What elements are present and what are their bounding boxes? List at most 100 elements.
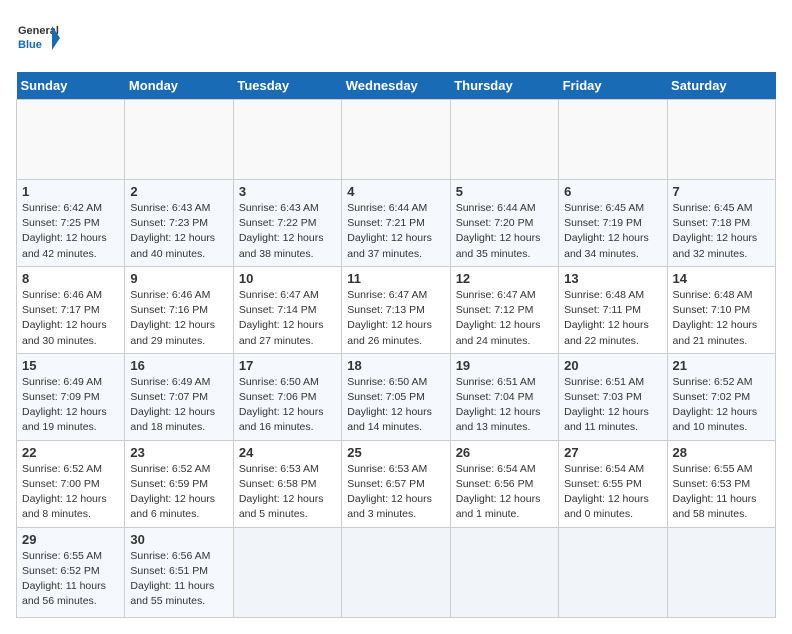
day-number: 19	[456, 358, 553, 373]
calendar-cell	[667, 100, 775, 180]
day-info: Sunrise: 6:48 AMSunset: 7:10 PMDaylight:…	[673, 289, 758, 347]
calendar-week-row: 29 Sunrise: 6:55 AMSunset: 6:52 PMDaylig…	[17, 527, 776, 617]
day-number: 11	[347, 271, 444, 286]
calendar-week-row: 8 Sunrise: 6:46 AMSunset: 7:17 PMDayligh…	[17, 266, 776, 353]
calendar-cell	[450, 527, 558, 617]
logo-icon: General Blue	[16, 16, 60, 60]
day-number: 12	[456, 271, 553, 286]
day-info: Sunrise: 6:51 AMSunset: 7:04 PMDaylight:…	[456, 376, 541, 434]
column-header-sunday: Sunday	[17, 72, 125, 100]
day-number: 17	[239, 358, 336, 373]
day-number: 21	[673, 358, 770, 373]
day-info: Sunrise: 6:49 AMSunset: 7:07 PMDaylight:…	[130, 376, 215, 434]
day-number: 2	[130, 184, 227, 199]
column-header-wednesday: Wednesday	[342, 72, 450, 100]
calendar-cell: 5 Sunrise: 6:44 AMSunset: 7:20 PMDayligh…	[450, 180, 558, 267]
day-number: 29	[22, 532, 119, 547]
day-number: 6	[564, 184, 661, 199]
day-info: Sunrise: 6:44 AMSunset: 7:20 PMDaylight:…	[456, 202, 541, 260]
column-header-monday: Monday	[125, 72, 233, 100]
column-header-saturday: Saturday	[667, 72, 775, 100]
day-info: Sunrise: 6:54 AMSunset: 6:56 PMDaylight:…	[456, 463, 541, 521]
calendar-cell: 10 Sunrise: 6:47 AMSunset: 7:14 PMDaylig…	[233, 266, 341, 353]
calendar-cell: 3 Sunrise: 6:43 AMSunset: 7:22 PMDayligh…	[233, 180, 341, 267]
day-info: Sunrise: 6:43 AMSunset: 7:22 PMDaylight:…	[239, 202, 324, 260]
calendar-table: SundayMondayTuesdayWednesdayThursdayFrid…	[16, 72, 776, 618]
calendar-cell	[667, 527, 775, 617]
day-info: Sunrise: 6:53 AMSunset: 6:58 PMDaylight:…	[239, 463, 324, 521]
calendar-cell: 8 Sunrise: 6:46 AMSunset: 7:17 PMDayligh…	[17, 266, 125, 353]
column-header-friday: Friday	[559, 72, 667, 100]
calendar-week-row	[17, 100, 776, 180]
calendar-cell	[233, 527, 341, 617]
calendar-cell: 28 Sunrise: 6:55 AMSunset: 6:53 PMDaylig…	[667, 440, 775, 527]
calendar-cell: 20 Sunrise: 6:51 AMSunset: 7:03 PMDaylig…	[559, 353, 667, 440]
day-number: 30	[130, 532, 227, 547]
calendar-week-row: 15 Sunrise: 6:49 AMSunset: 7:09 PMDaylig…	[17, 353, 776, 440]
day-info: Sunrise: 6:44 AMSunset: 7:21 PMDaylight:…	[347, 202, 432, 260]
calendar-cell: 19 Sunrise: 6:51 AMSunset: 7:04 PMDaylig…	[450, 353, 558, 440]
calendar-cell	[559, 100, 667, 180]
calendar-cell: 15 Sunrise: 6:49 AMSunset: 7:09 PMDaylig…	[17, 353, 125, 440]
day-info: Sunrise: 6:55 AMSunset: 6:53 PMDaylight:…	[673, 463, 757, 521]
day-info: Sunrise: 6:46 AMSunset: 7:16 PMDaylight:…	[130, 289, 215, 347]
day-info: Sunrise: 6:47 AMSunset: 7:12 PMDaylight:…	[456, 289, 541, 347]
day-number: 3	[239, 184, 336, 199]
day-number: 9	[130, 271, 227, 286]
day-info: Sunrise: 6:50 AMSunset: 7:05 PMDaylight:…	[347, 376, 432, 434]
day-number: 5	[456, 184, 553, 199]
day-number: 15	[22, 358, 119, 373]
calendar-cell: 30 Sunrise: 6:56 AMSunset: 6:51 PMDaylig…	[125, 527, 233, 617]
day-number: 22	[22, 445, 119, 460]
day-info: Sunrise: 6:50 AMSunset: 7:06 PMDaylight:…	[239, 376, 324, 434]
column-header-thursday: Thursday	[450, 72, 558, 100]
calendar-week-row: 1 Sunrise: 6:42 AMSunset: 7:25 PMDayligh…	[17, 180, 776, 267]
calendar-cell: 22 Sunrise: 6:52 AMSunset: 7:00 PMDaylig…	[17, 440, 125, 527]
calendar-cell	[559, 527, 667, 617]
calendar-cell: 26 Sunrise: 6:54 AMSunset: 6:56 PMDaylig…	[450, 440, 558, 527]
day-number: 4	[347, 184, 444, 199]
day-number: 26	[456, 445, 553, 460]
day-info: Sunrise: 6:47 AMSunset: 7:14 PMDaylight:…	[239, 289, 324, 347]
calendar-cell	[17, 100, 125, 180]
day-number: 23	[130, 445, 227, 460]
calendar-cell: 14 Sunrise: 6:48 AMSunset: 7:10 PMDaylig…	[667, 266, 775, 353]
day-info: Sunrise: 6:54 AMSunset: 6:55 PMDaylight:…	[564, 463, 649, 521]
day-info: Sunrise: 6:51 AMSunset: 7:03 PMDaylight:…	[564, 376, 649, 434]
day-info: Sunrise: 6:49 AMSunset: 7:09 PMDaylight:…	[22, 376, 107, 434]
day-number: 7	[673, 184, 770, 199]
day-info: Sunrise: 6:52 AMSunset: 7:00 PMDaylight:…	[22, 463, 107, 521]
calendar-cell: 18 Sunrise: 6:50 AMSunset: 7:05 PMDaylig…	[342, 353, 450, 440]
day-info: Sunrise: 6:52 AMSunset: 6:59 PMDaylight:…	[130, 463, 215, 521]
calendar-cell: 7 Sunrise: 6:45 AMSunset: 7:18 PMDayligh…	[667, 180, 775, 267]
day-info: Sunrise: 6:45 AMSunset: 7:19 PMDaylight:…	[564, 202, 649, 260]
day-number: 20	[564, 358, 661, 373]
column-header-tuesday: Tuesday	[233, 72, 341, 100]
calendar-cell	[342, 527, 450, 617]
day-info: Sunrise: 6:48 AMSunset: 7:11 PMDaylight:…	[564, 289, 649, 347]
day-number: 18	[347, 358, 444, 373]
day-number: 24	[239, 445, 336, 460]
logo: General Blue	[16, 16, 60, 60]
day-number: 13	[564, 271, 661, 286]
day-info: Sunrise: 6:56 AMSunset: 6:51 PMDaylight:…	[130, 550, 214, 608]
day-info: Sunrise: 6:42 AMSunset: 7:25 PMDaylight:…	[22, 202, 107, 260]
day-number: 25	[347, 445, 444, 460]
calendar-cell: 25 Sunrise: 6:53 AMSunset: 6:57 PMDaylig…	[342, 440, 450, 527]
calendar-cell	[342, 100, 450, 180]
day-number: 28	[673, 445, 770, 460]
day-number: 27	[564, 445, 661, 460]
calendar-cell: 12 Sunrise: 6:47 AMSunset: 7:12 PMDaylig…	[450, 266, 558, 353]
calendar-header-row: SundayMondayTuesdayWednesdayThursdayFrid…	[17, 72, 776, 100]
day-number: 1	[22, 184, 119, 199]
calendar-week-row: 22 Sunrise: 6:52 AMSunset: 7:00 PMDaylig…	[17, 440, 776, 527]
calendar-cell	[125, 100, 233, 180]
calendar-cell: 23 Sunrise: 6:52 AMSunset: 6:59 PMDaylig…	[125, 440, 233, 527]
calendar-cell: 27 Sunrise: 6:54 AMSunset: 6:55 PMDaylig…	[559, 440, 667, 527]
calendar-cell: 2 Sunrise: 6:43 AMSunset: 7:23 PMDayligh…	[125, 180, 233, 267]
day-info: Sunrise: 6:55 AMSunset: 6:52 PMDaylight:…	[22, 550, 106, 608]
calendar-cell: 24 Sunrise: 6:53 AMSunset: 6:58 PMDaylig…	[233, 440, 341, 527]
calendar-cell: 4 Sunrise: 6:44 AMSunset: 7:21 PMDayligh…	[342, 180, 450, 267]
day-number: 8	[22, 271, 119, 286]
calendar-cell: 9 Sunrise: 6:46 AMSunset: 7:16 PMDayligh…	[125, 266, 233, 353]
